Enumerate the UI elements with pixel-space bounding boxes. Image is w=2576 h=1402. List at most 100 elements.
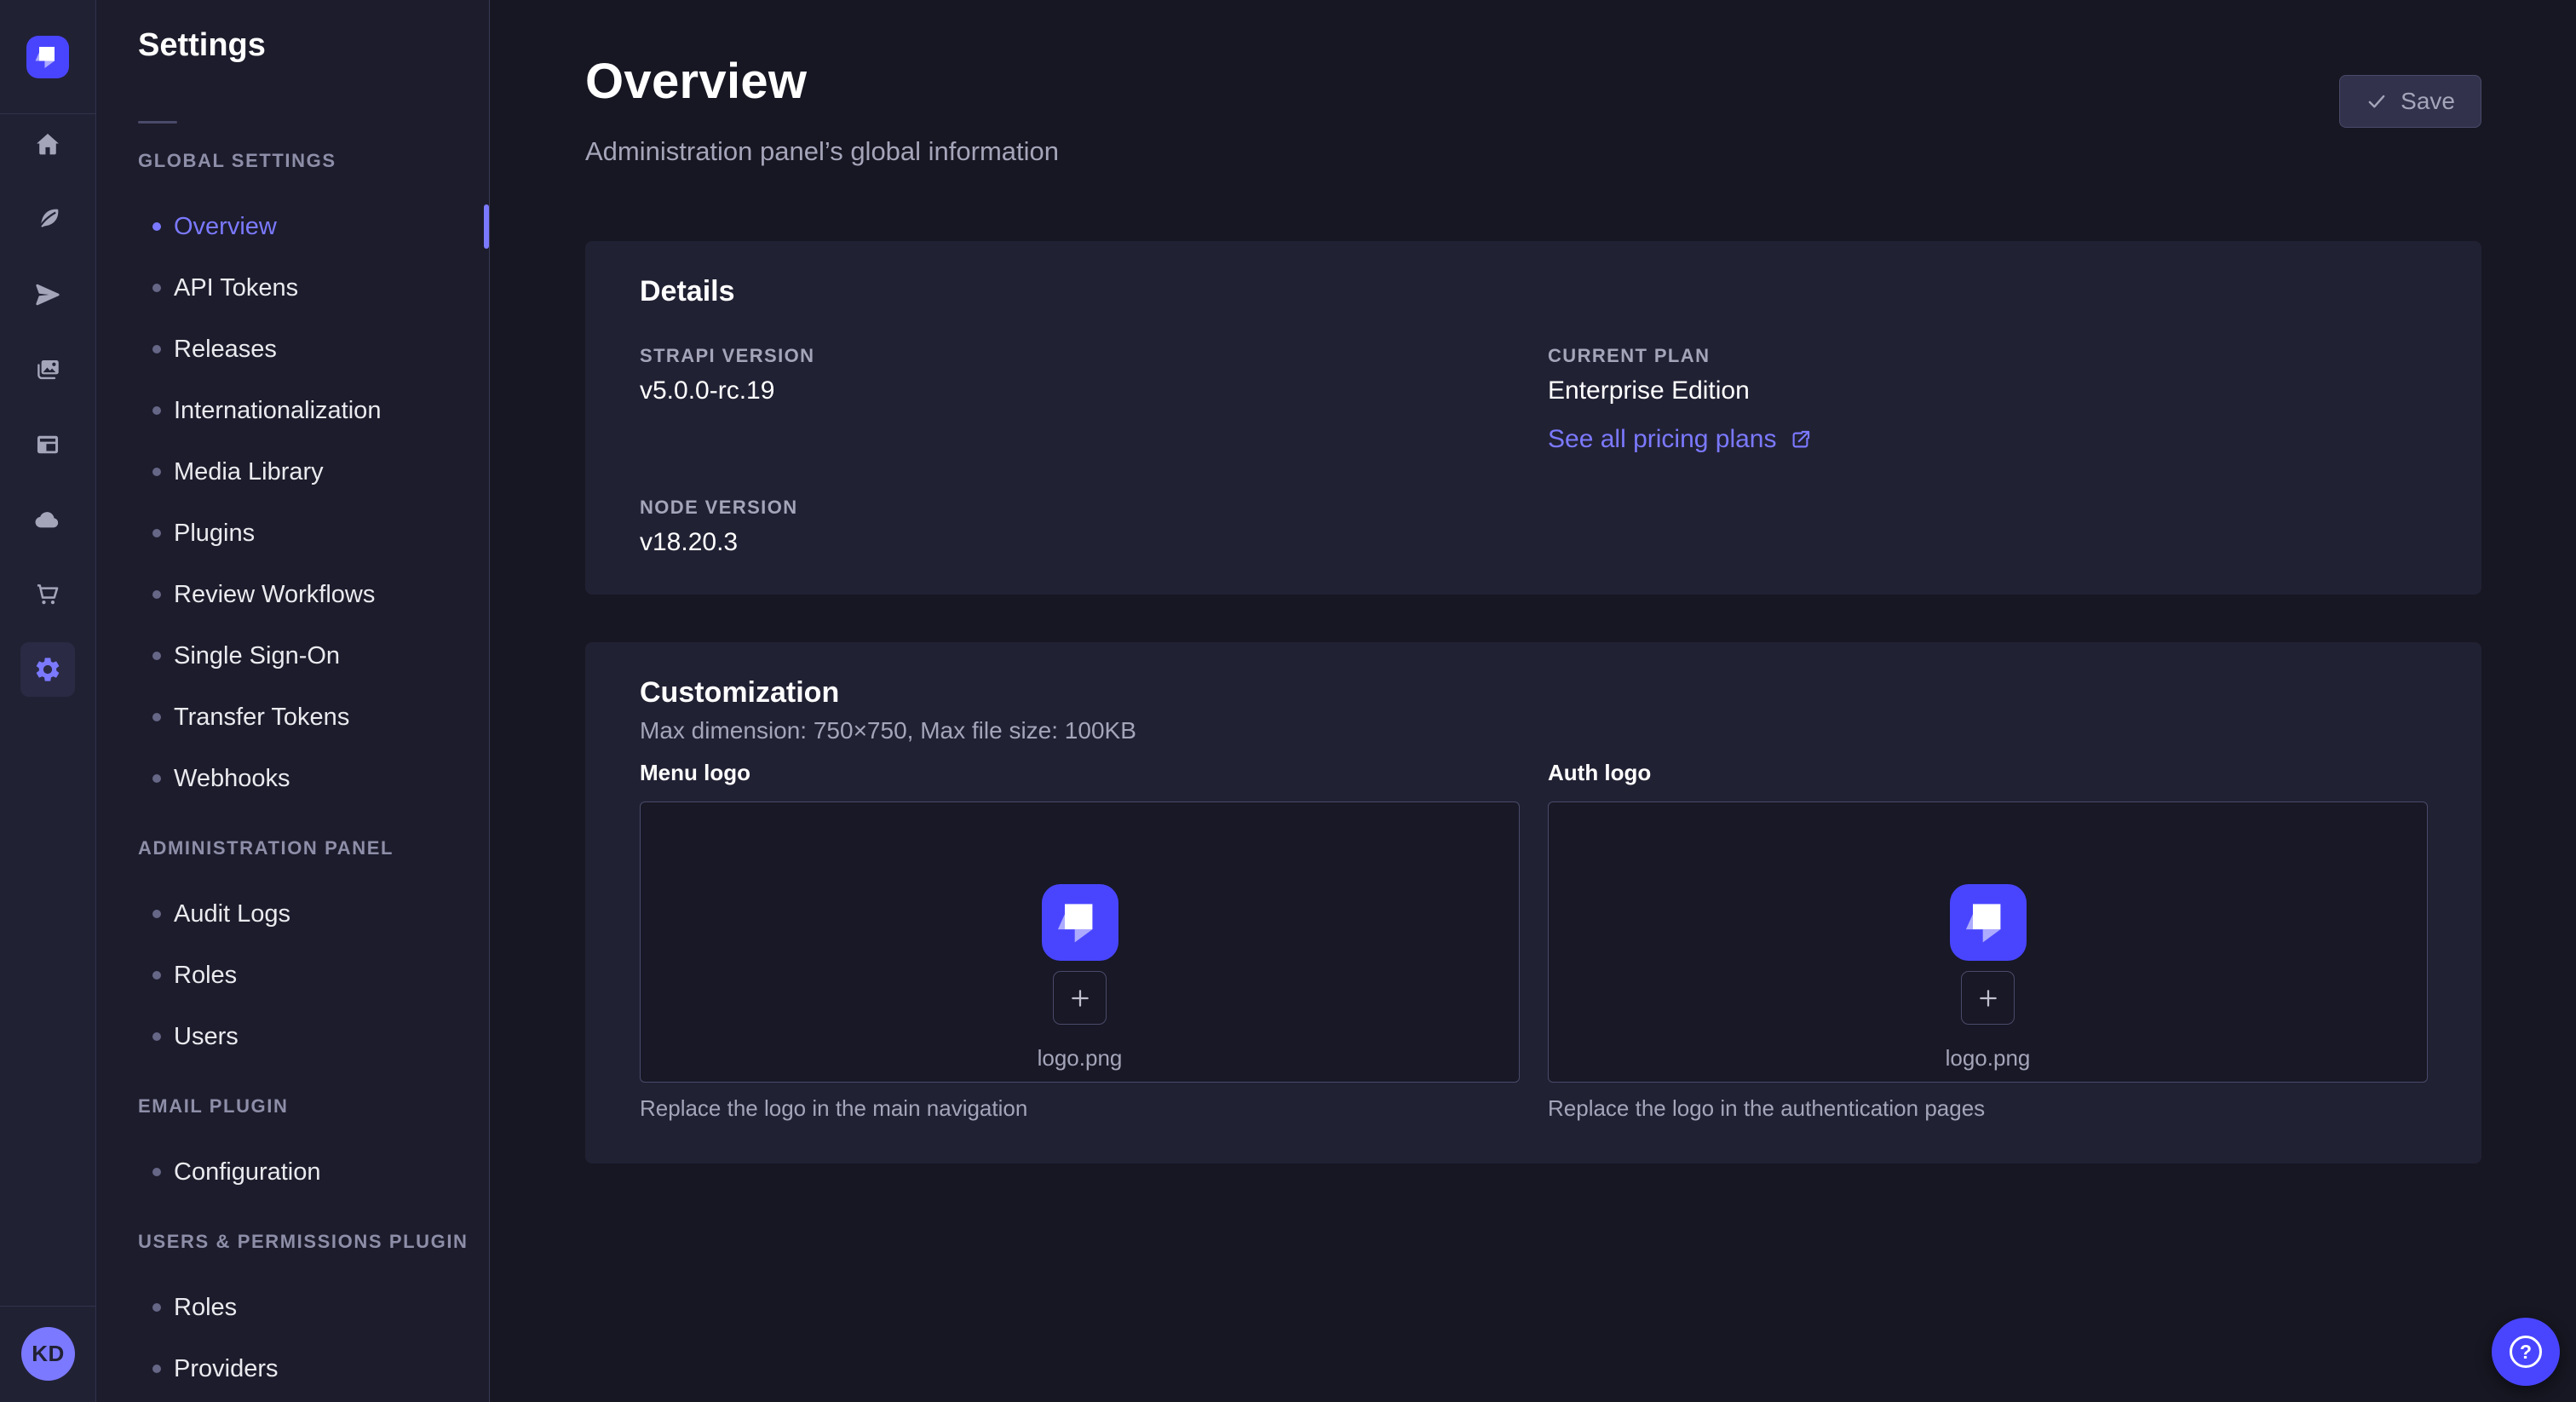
sidebar-item-audit-logs[interactable]: Audit Logs [96, 883, 489, 945]
nav-cloud[interactable] [20, 492, 75, 547]
shopping-cart-icon [33, 580, 62, 609]
main-nav-rail: KD [0, 0, 96, 1402]
add-auth-logo-button[interactable] [1961, 971, 2015, 1025]
bullet-icon [152, 971, 161, 980]
node-version-field: NODE VERSION v18.20.3 [640, 497, 798, 557]
strapi-logo[interactable] [26, 36, 69, 78]
node-version-value: v18.20.3 [640, 528, 798, 557]
rail-divider-top [0, 113, 95, 114]
nav-deploy[interactable] [20, 267, 75, 322]
gear-icon [33, 655, 62, 684]
save-button[interactable]: Save [2339, 75, 2481, 128]
customization-heading: Customization [640, 676, 839, 710]
customization-hint: Max dimension: 750×750, Max file size: 1… [640, 717, 1136, 744]
plus-icon [1975, 985, 2002, 1012]
bullet-icon [152, 713, 161, 721]
menu-logo-caption: Replace the logo in the main navigation [640, 1095, 1520, 1122]
bullet-icon [152, 529, 161, 537]
section-label: ADMINISTRATION PANEL [96, 831, 489, 865]
bullet-icon [152, 910, 161, 918]
sidebar-item-api-tokens[interactable]: API Tokens [96, 257, 489, 319]
question-mark-icon: ? [2510, 1336, 2542, 1368]
cloud-icon [33, 505, 62, 534]
auth-logo-filename: logo.png [1946, 1045, 2031, 1072]
menu-logo-preview [1042, 884, 1118, 961]
rail-divider-bottom [0, 1306, 95, 1307]
nav-home[interactable] [20, 118, 75, 172]
add-menu-logo-button[interactable] [1053, 971, 1107, 1025]
strapi-version-value: v5.0.0-rc.19 [640, 376, 814, 405]
sidebar-title: Settings [138, 27, 266, 64]
current-plan-field: CURRENT PLAN Enterprise Edition [1548, 345, 1750, 405]
home-icon [33, 130, 62, 159]
section-label: USERS & PERMISSIONS PLUGIN [96, 1225, 489, 1259]
bullet-icon [152, 468, 161, 476]
sidebar-item-single-sign-on[interactable]: Single Sign-On [96, 625, 489, 687]
help-button[interactable]: ? [2492, 1318, 2560, 1386]
bullet-icon [152, 774, 161, 783]
feather-icon [33, 205, 62, 234]
nav-marketplace[interactable] [20, 567, 75, 622]
external-link-icon [1789, 428, 1812, 451]
sidebar-item-overview[interactable]: Overview [96, 196, 489, 257]
images-icon [33, 355, 62, 384]
sidebar-item-webhooks[interactable]: Webhooks [96, 748, 489, 809]
section-label: EMAIL PLUGIN [96, 1089, 489, 1123]
sidebar-item-email-configuration[interactable]: Configuration [96, 1141, 489, 1203]
strapi-logo-icon [26, 36, 69, 78]
sidebar-item-transfer-tokens[interactable]: Transfer Tokens [96, 687, 489, 748]
sidebar-item-up-roles[interactable]: Roles [96, 1277, 489, 1338]
menu-logo-label: Menu logo [640, 760, 1520, 786]
nav-content-type-builder[interactable] [20, 192, 75, 247]
nav-settings[interactable] [20, 642, 75, 697]
current-plan-value: Enterprise Edition [1548, 376, 1750, 405]
customization-card: Customization Max dimension: 750×750, Ma… [585, 642, 2481, 1164]
page-subtitle: Administration panel’s global informatio… [585, 136, 1059, 167]
auth-logo-preview [1950, 884, 2027, 961]
user-avatar[interactable]: KD [21, 1327, 75, 1381]
strapi-version-field: STRAPI VERSION v5.0.0-rc.19 [640, 345, 814, 405]
section-label: GLOBAL SETTINGS [96, 144, 489, 178]
strapi-logo-icon [1950, 884, 2027, 961]
section-users-permissions-plugin: USERS & PERMISSIONS PLUGIN Roles Provide… [96, 1225, 489, 1399]
bullet-icon [152, 222, 161, 231]
bullet-icon [152, 345, 161, 353]
menu-logo-filename: logo.png [1038, 1045, 1123, 1072]
section-administration-panel: ADMINISTRATION PANEL Audit Logs Roles Us… [96, 831, 489, 1067]
sidebar-item-admin-users[interactable]: Users [96, 1006, 489, 1067]
menu-logo-upload-box[interactable]: logo.png [640, 802, 1520, 1083]
auth-logo-label: Auth logo [1548, 760, 2428, 786]
page-title: Overview [585, 53, 807, 110]
sidebar-item-admin-roles[interactable]: Roles [96, 945, 489, 1006]
sidebar-item-plugins[interactable]: Plugins [96, 503, 489, 564]
settings-sidebar: Settings GLOBAL SETTINGS Overview API To… [96, 0, 490, 1402]
nav-media-library[interactable] [20, 342, 75, 397]
nav-content-manager[interactable] [20, 417, 75, 472]
bullet-icon [152, 652, 161, 660]
pricing-plans-link[interactable]: See all pricing plans [1548, 425, 1812, 454]
bullet-icon [152, 1168, 161, 1176]
details-card: Details STRAPI VERSION v5.0.0-rc.19 NODE… [585, 241, 2481, 595]
settings-nav: GLOBAL SETTINGS Overview API Tokens Rele… [96, 144, 489, 1399]
section-email-plugin: EMAIL PLUGIN Configuration [96, 1089, 489, 1203]
auth-logo-upload-box[interactable]: logo.png [1548, 802, 2428, 1083]
section-global-settings: GLOBAL SETTINGS Overview API Tokens Rele… [96, 144, 489, 809]
auth-logo-caption: Replace the logo in the authentication p… [1548, 1095, 2428, 1122]
window-layout-icon [33, 430, 62, 459]
bullet-icon [152, 406, 161, 415]
bullet-icon [152, 590, 161, 599]
bullet-icon [152, 1032, 161, 1041]
check-icon [2366, 90, 2388, 112]
details-heading: Details [640, 275, 735, 308]
sidebar-item-internationalization[interactable]: Internationalization [96, 380, 489, 441]
bullet-icon [152, 1365, 161, 1373]
sidebar-item-releases[interactable]: Releases [96, 319, 489, 380]
bullet-icon [152, 284, 161, 292]
plus-icon [1067, 985, 1094, 1012]
sidebar-item-up-providers[interactable]: Providers [96, 1338, 489, 1399]
sidebar-item-media-library[interactable]: Media Library [96, 441, 489, 503]
sidebar-item-review-workflows[interactable]: Review Workflows [96, 564, 489, 625]
strapi-settings-page: KD Settings GLOBAL SETTINGS Overview API… [0, 0, 2576, 1402]
auth-logo-column: Auth logo logo.png Replace the logo [1548, 760, 2428, 1122]
sidebar-title-rule [138, 121, 177, 124]
